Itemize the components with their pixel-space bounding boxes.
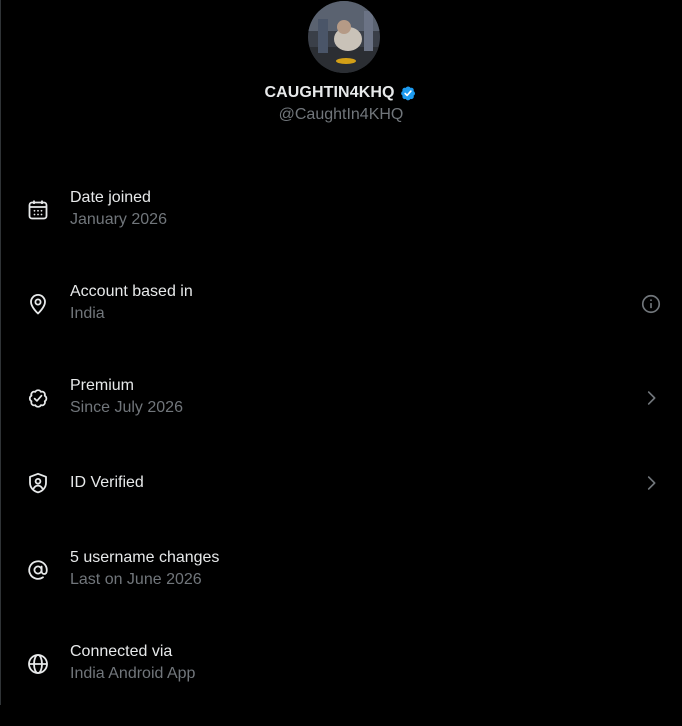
info-item-text: Connected via India Android App (70, 641, 195, 685)
profile-header: CAUGHTIN4KHQ @CaughtIn4KHQ (0, 0, 682, 140)
info-item-text: 5 username changes Last on June 2026 (70, 547, 219, 591)
info-item-subtitle: Since July 2026 (70, 399, 183, 416)
info-item-title: ID Verified (70, 474, 144, 491)
at-sign-icon (26, 558, 50, 582)
info-item-text: Date joined January 2026 (70, 187, 167, 231)
info-item-text: Account based in India (70, 281, 193, 325)
globe-icon (26, 652, 50, 676)
info-item-subtitle: India (70, 305, 105, 322)
display-name: CAUGHTIN4KHQ (264, 84, 395, 101)
user-handle: @CaughtIn4KHQ (278, 106, 404, 123)
chevron-right-icon[interactable] (640, 387, 662, 409)
info-item-connected-via: Connected via India Android App (0, 632, 682, 726)
info-item-title: Connected via (70, 643, 173, 660)
info-item-subtitle: January 2026 (70, 211, 167, 228)
info-item-subtitle: India Android App (70, 665, 196, 682)
info-item-title: Account based in (70, 283, 193, 300)
verified-badge-icon[interactable] (398, 83, 418, 103)
avatar[interactable] (308, 1, 380, 73)
info-item-title: Date joined (70, 189, 151, 206)
info-item-id-verified[interactable]: ID Verified (0, 444, 682, 538)
info-item-subtitle: Last on June 2026 (70, 571, 202, 588)
info-item-premium[interactable]: Premium Since July 2026 (0, 350, 682, 444)
info-item-title: 5 username changes (70, 549, 220, 566)
chevron-right-icon[interactable] (640, 472, 662, 494)
info-item-username-changes: 5 username changes Last on June 2026 (0, 538, 682, 632)
info-item-title: Premium (70, 377, 135, 394)
location-pin-icon (26, 292, 50, 316)
calendar-icon (26, 198, 50, 222)
info-item-date-joined: Date joined January 2026 (0, 162, 682, 256)
info-item-text: ID Verified (70, 472, 144, 494)
id-shield-icon (26, 471, 50, 495)
info-icon[interactable] (640, 293, 662, 315)
verified-seal-icon (26, 386, 50, 410)
info-item-text: Premium Since July 2026 (70, 375, 183, 419)
info-item-account-based-in[interactable]: Account based in India (0, 256, 682, 350)
display-name-row: CAUGHTIN4KHQ (0, 81, 682, 105)
